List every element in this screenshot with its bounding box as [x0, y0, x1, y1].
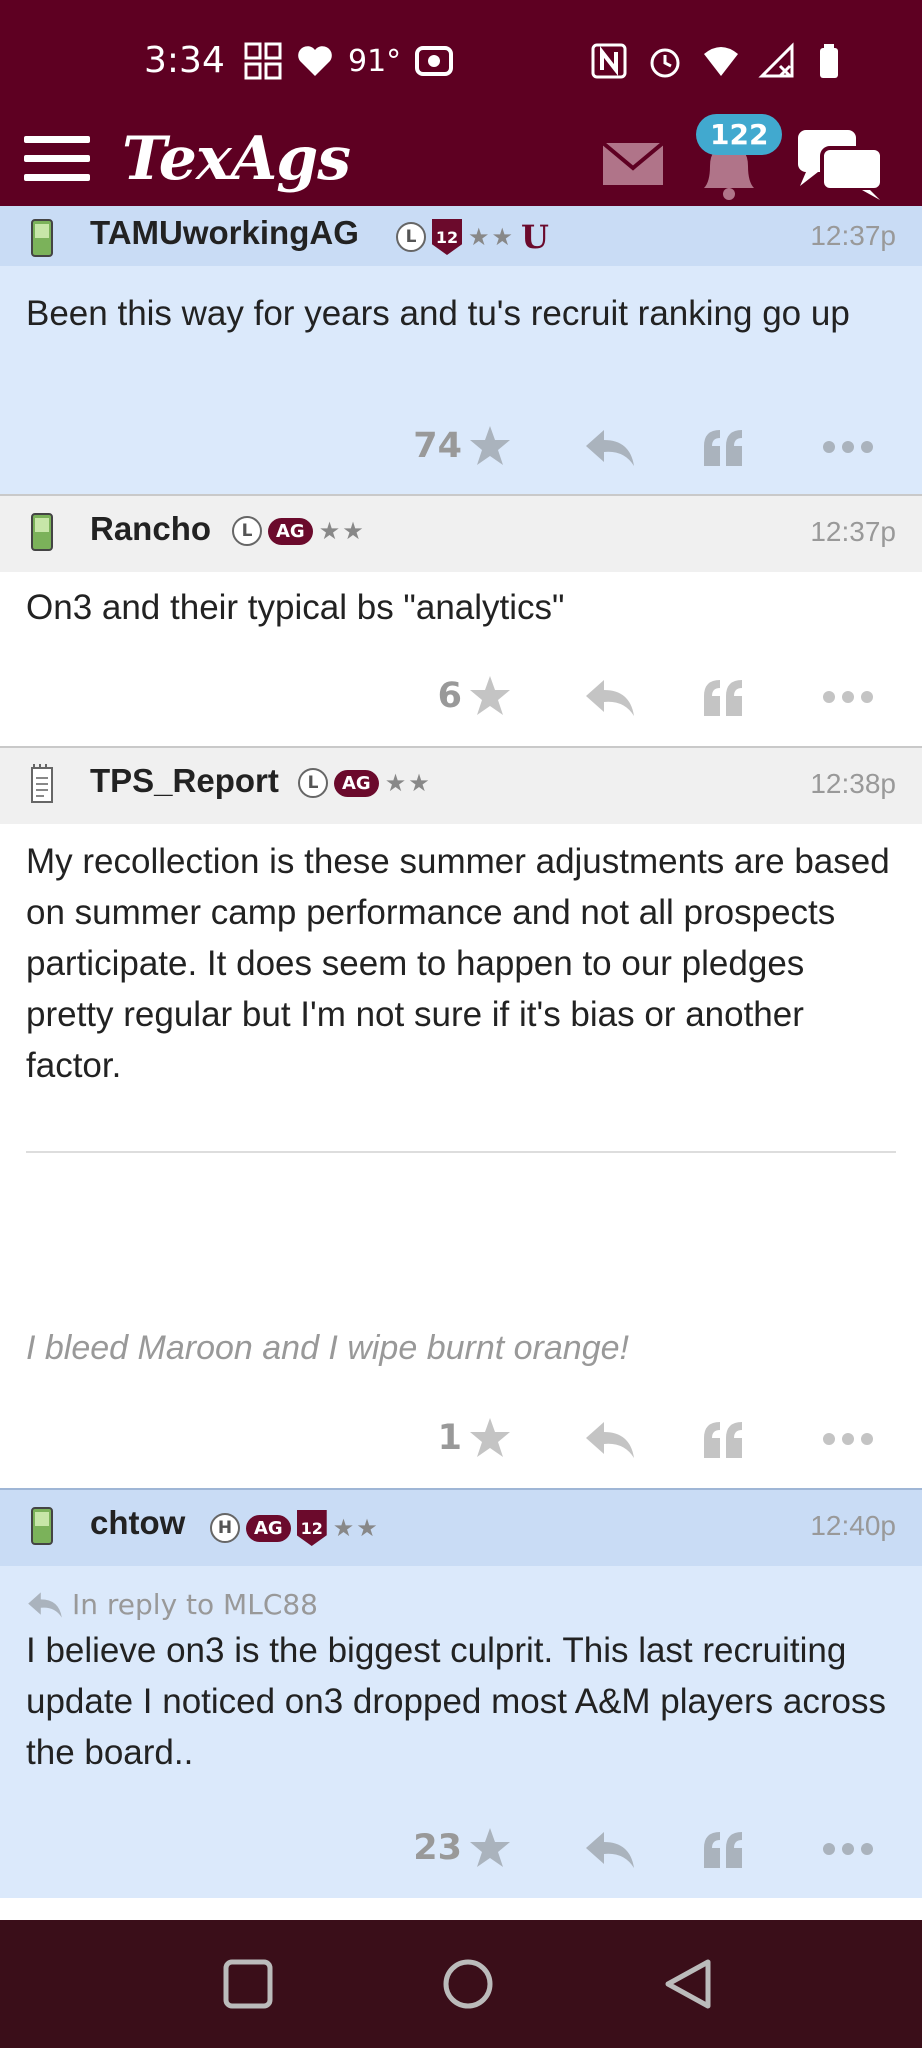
badge-l: L: [298, 768, 328, 798]
badge-stars: ★★: [384, 769, 432, 797]
like-count: 1: [437, 1418, 462, 1458]
post-actions: 23: [0, 1818, 922, 1878]
badge-ag: AG: [268, 517, 313, 545]
badge-ag: AG: [334, 769, 379, 797]
badge-12-shield: 12: [432, 219, 462, 255]
star-icon[interactable]: [468, 1826, 512, 1870]
badge-ag: AG: [246, 1514, 291, 1542]
post-header: Rancho L AG ★★ 12:37p: [0, 496, 922, 572]
reply-to-label: In reply to MLC88: [72, 1588, 318, 1621]
username[interactable]: TPS_Report: [90, 762, 279, 800]
post-feed: TAMUworkingAG L 12 ★★ U 12:37p Been this…: [0, 206, 922, 1898]
mail-icon[interactable]: [602, 142, 664, 186]
more-icon[interactable]: [822, 1432, 874, 1446]
badge-u: U: [521, 218, 549, 256]
username[interactable]: Rancho: [90, 510, 211, 548]
more-icon[interactable]: [822, 1842, 874, 1856]
post-body: On3 and their typical bs "analytics": [26, 588, 565, 627]
top-bar: 3:34 91° TexAgs 122: [0, 0, 922, 222]
star-icon[interactable]: [468, 424, 512, 468]
reply-icon[interactable]: [584, 1420, 636, 1460]
texags-logo[interactable]: TexAgs: [122, 124, 351, 194]
grid-icon: [244, 42, 282, 80]
status-bar: 3:34 91°: [0, 38, 922, 88]
mobile-device-icon: [31, 219, 53, 257]
camera-icon: [415, 46, 454, 76]
post-body: Been this way for years and tu's recruit…: [26, 294, 850, 333]
post-time: 12:40p: [810, 1510, 896, 1541]
menu-icon[interactable]: [24, 136, 90, 186]
battery-icon: [820, 44, 838, 78]
user-badges: L 12 ★★ U: [396, 218, 549, 256]
quote-icon[interactable]: [702, 428, 746, 468]
reply-icon[interactable]: [584, 678, 636, 718]
user-badges: H AG 12 ★★: [210, 1510, 380, 1546]
star-icon[interactable]: [468, 1416, 512, 1460]
app-bar: TexAgs: [0, 120, 922, 210]
reply-icon[interactable]: [584, 1830, 636, 1870]
nfc-icon: [591, 43, 627, 79]
username[interactable]: TAMUworkingAG: [90, 214, 359, 252]
post-body: My recollection is these summer adjustme…: [26, 842, 890, 1085]
username[interactable]: chtow: [90, 1504, 185, 1542]
user-badges: L AG ★★: [298, 768, 432, 798]
mobile-device-icon: [31, 1507, 53, 1545]
like-count: 6: [437, 676, 462, 716]
post-time: 12:38p: [810, 768, 896, 799]
user-badges: L AG ★★: [232, 516, 366, 546]
post-header: chtow H AG 12 ★★ 12:40p: [0, 1490, 922, 1566]
heart-icon: [298, 46, 332, 76]
badge-l: L: [396, 222, 426, 252]
home-button[interactable]: [440, 1956, 496, 2012]
back-button[interactable]: [660, 1956, 716, 2012]
notification-badge: 122: [696, 114, 783, 155]
post-time: 12:37p: [810, 516, 896, 547]
temperature: 91°: [348, 43, 402, 79]
wifi-icon: [704, 47, 738, 76]
badge-h: H: [210, 1513, 240, 1543]
post-item: TAMUworkingAG L 12 ★★ U 12:37p Been this…: [0, 206, 922, 494]
post-header: TAMUworkingAG L 12 ★★ U 12:37p: [0, 206, 922, 266]
reply-to-link[interactable]: In reply to MLC88: [0, 1566, 922, 1621]
badge-12-shield: 12: [296, 1510, 327, 1546]
post-body: I believe on3 is the biggest culprit. Th…: [26, 1631, 886, 1772]
mobile-device-icon: [31, 513, 53, 551]
post-item: Rancho L AG ★★ 12:37p On3 and their typi…: [0, 494, 922, 746]
reply-arrow-icon: [28, 1591, 62, 1618]
alarm-icon: [650, 48, 680, 78]
quote-icon[interactable]: [702, 1420, 746, 1460]
badge-stars: ★★: [468, 223, 516, 251]
signal-icon: [758, 42, 794, 78]
status-icons-left: 91°: [244, 42, 454, 80]
star-icon[interactable]: [468, 674, 512, 718]
status-icons-right: [590, 42, 852, 80]
post-time: 12:37p: [810, 220, 896, 251]
post-item: TPS_Report L AG ★★ 12:38p My recollectio…: [0, 746, 922, 1488]
post-actions: 1: [0, 1408, 922, 1468]
badge-stars: ★★: [332, 1514, 380, 1542]
like-count: 23: [413, 1828, 462, 1868]
post-item: chtow H AG 12 ★★ 12:40p In reply to MLC8…: [0, 1488, 922, 1898]
quote-icon[interactable]: [702, 678, 746, 718]
recents-button[interactable]: [220, 1956, 276, 2012]
post-actions: 6: [0, 666, 922, 726]
quote-icon[interactable]: [702, 1830, 746, 1870]
notepad-device-icon: [31, 764, 53, 803]
chat-icon[interactable]: [796, 128, 886, 202]
more-icon[interactable]: [822, 690, 874, 704]
more-icon[interactable]: [822, 440, 874, 454]
system-nav-bar: [0, 1920, 922, 2048]
reply-icon[interactable]: [584, 428, 636, 468]
post-header: TPS_Report L AG ★★ 12:38p: [0, 748, 922, 824]
like-count: 74: [413, 426, 462, 466]
badge-l: L: [232, 516, 262, 546]
post-actions: 74: [0, 416, 922, 476]
post-signature: I bleed Maroon and I wipe burnt orange!: [26, 1329, 629, 1367]
badge-stars: ★★: [318, 517, 366, 545]
status-time: 3:34: [144, 40, 225, 81]
